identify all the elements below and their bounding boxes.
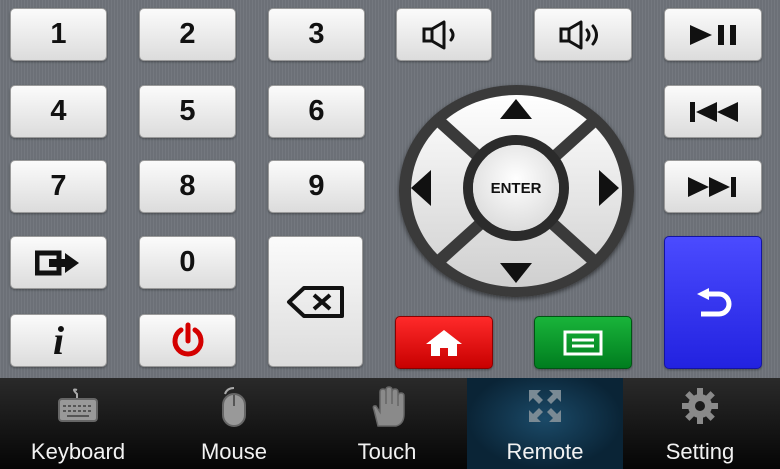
- home-icon: [426, 329, 462, 356]
- info-icon: i: [52, 318, 65, 363]
- dpad-left-button[interactable]: [404, 160, 438, 216]
- key-1[interactable]: 1: [10, 8, 107, 61]
- arrow-up-icon: [500, 99, 532, 119]
- key-7-label: 7: [50, 170, 67, 202]
- nav-mouse-label: Mouse: [200, 439, 268, 464]
- key-4-label: 4: [50, 95, 67, 127]
- key-6[interactable]: 6: [268, 85, 365, 138]
- keyboard-icon: [58, 388, 98, 422]
- volume-up-button[interactable]: [534, 8, 632, 61]
- key-7[interactable]: 7: [10, 160, 107, 213]
- back-arrow-icon: [697, 287, 732, 316]
- previous-track-icon: [690, 101, 738, 122]
- arrow-down-icon: [500, 263, 532, 283]
- nav-keyboard[interactable]: Keyboard: [0, 378, 156, 469]
- key-3[interactable]: 3: [268, 8, 365, 61]
- arrow-left-icon: [411, 170, 431, 206]
- nav-setting[interactable]: Setting: [622, 378, 778, 469]
- nav-mouse[interactable]: Mouse: [156, 378, 312, 469]
- enter-label: ENTER: [490, 179, 542, 197]
- enter-button[interactable]: ENTER: [473, 145, 559, 231]
- key-9-label: 9: [308, 170, 325, 202]
- dpad-down-button[interactable]: [486, 256, 546, 290]
- info-button[interactable]: i: [10, 314, 107, 367]
- key-8-label: 8: [179, 170, 196, 202]
- hand-icon: [372, 386, 405, 427]
- nav-touch[interactable]: Touch: [309, 378, 465, 469]
- menu-icon: [563, 330, 603, 355]
- volume-up-icon: [559, 20, 598, 49]
- bottom-nav: Keyboard Mouse Touch Remote Setting: [0, 378, 780, 469]
- dpad-up-button[interactable]: [486, 92, 546, 126]
- play-pause-button[interactable]: [664, 8, 762, 61]
- nav-touch-label: Touch: [357, 439, 417, 464]
- key-5-label: 5: [179, 95, 196, 127]
- dpad-right-button[interactable]: [592, 160, 626, 216]
- nav-setting-label: Setting: [665, 439, 735, 464]
- key-9[interactable]: 9: [268, 160, 365, 213]
- power-button[interactable]: [139, 314, 236, 367]
- home-button[interactable]: [395, 316, 493, 369]
- key-0[interactable]: 0: [139, 236, 236, 289]
- back-button[interactable]: [664, 236, 762, 369]
- key-3-label: 3: [308, 18, 325, 50]
- key-8[interactable]: 8: [139, 160, 236, 213]
- key-0-label: 0: [179, 246, 196, 278]
- play-pause-icon: [690, 24, 736, 45]
- menu-button[interactable]: [534, 316, 632, 369]
- volume-down-icon: [422, 20, 455, 49]
- key-5[interactable]: 5: [139, 85, 236, 138]
- key-6-label: 6: [308, 95, 325, 127]
- power-icon: [172, 322, 203, 356]
- key-1-label: 1: [50, 18, 67, 50]
- nav-remote-label: Remote: [506, 439, 584, 464]
- nav-remote[interactable]: Remote: [467, 378, 623, 469]
- remote-pad: [0, 0, 780, 378]
- next-track-icon: [688, 176, 736, 197]
- next-track-button[interactable]: [664, 160, 762, 213]
- key-2[interactable]: 2: [139, 8, 236, 61]
- backspace-button[interactable]: [268, 236, 363, 367]
- volume-down-button[interactable]: [396, 8, 492, 61]
- previous-track-button[interactable]: [664, 85, 762, 138]
- arrow-right-icon: [599, 170, 619, 206]
- key-2-label: 2: [179, 18, 196, 50]
- gear-icon: [682, 388, 718, 424]
- input-source-icon: [34, 250, 79, 275]
- mouse-icon: [222, 387, 246, 427]
- input-source-button[interactable]: [10, 236, 107, 289]
- backspace-icon: [286, 285, 344, 318]
- key-4[interactable]: 4: [10, 85, 107, 138]
- nav-keyboard-label: Keyboard: [30, 439, 126, 464]
- expand-icon: [529, 390, 561, 422]
